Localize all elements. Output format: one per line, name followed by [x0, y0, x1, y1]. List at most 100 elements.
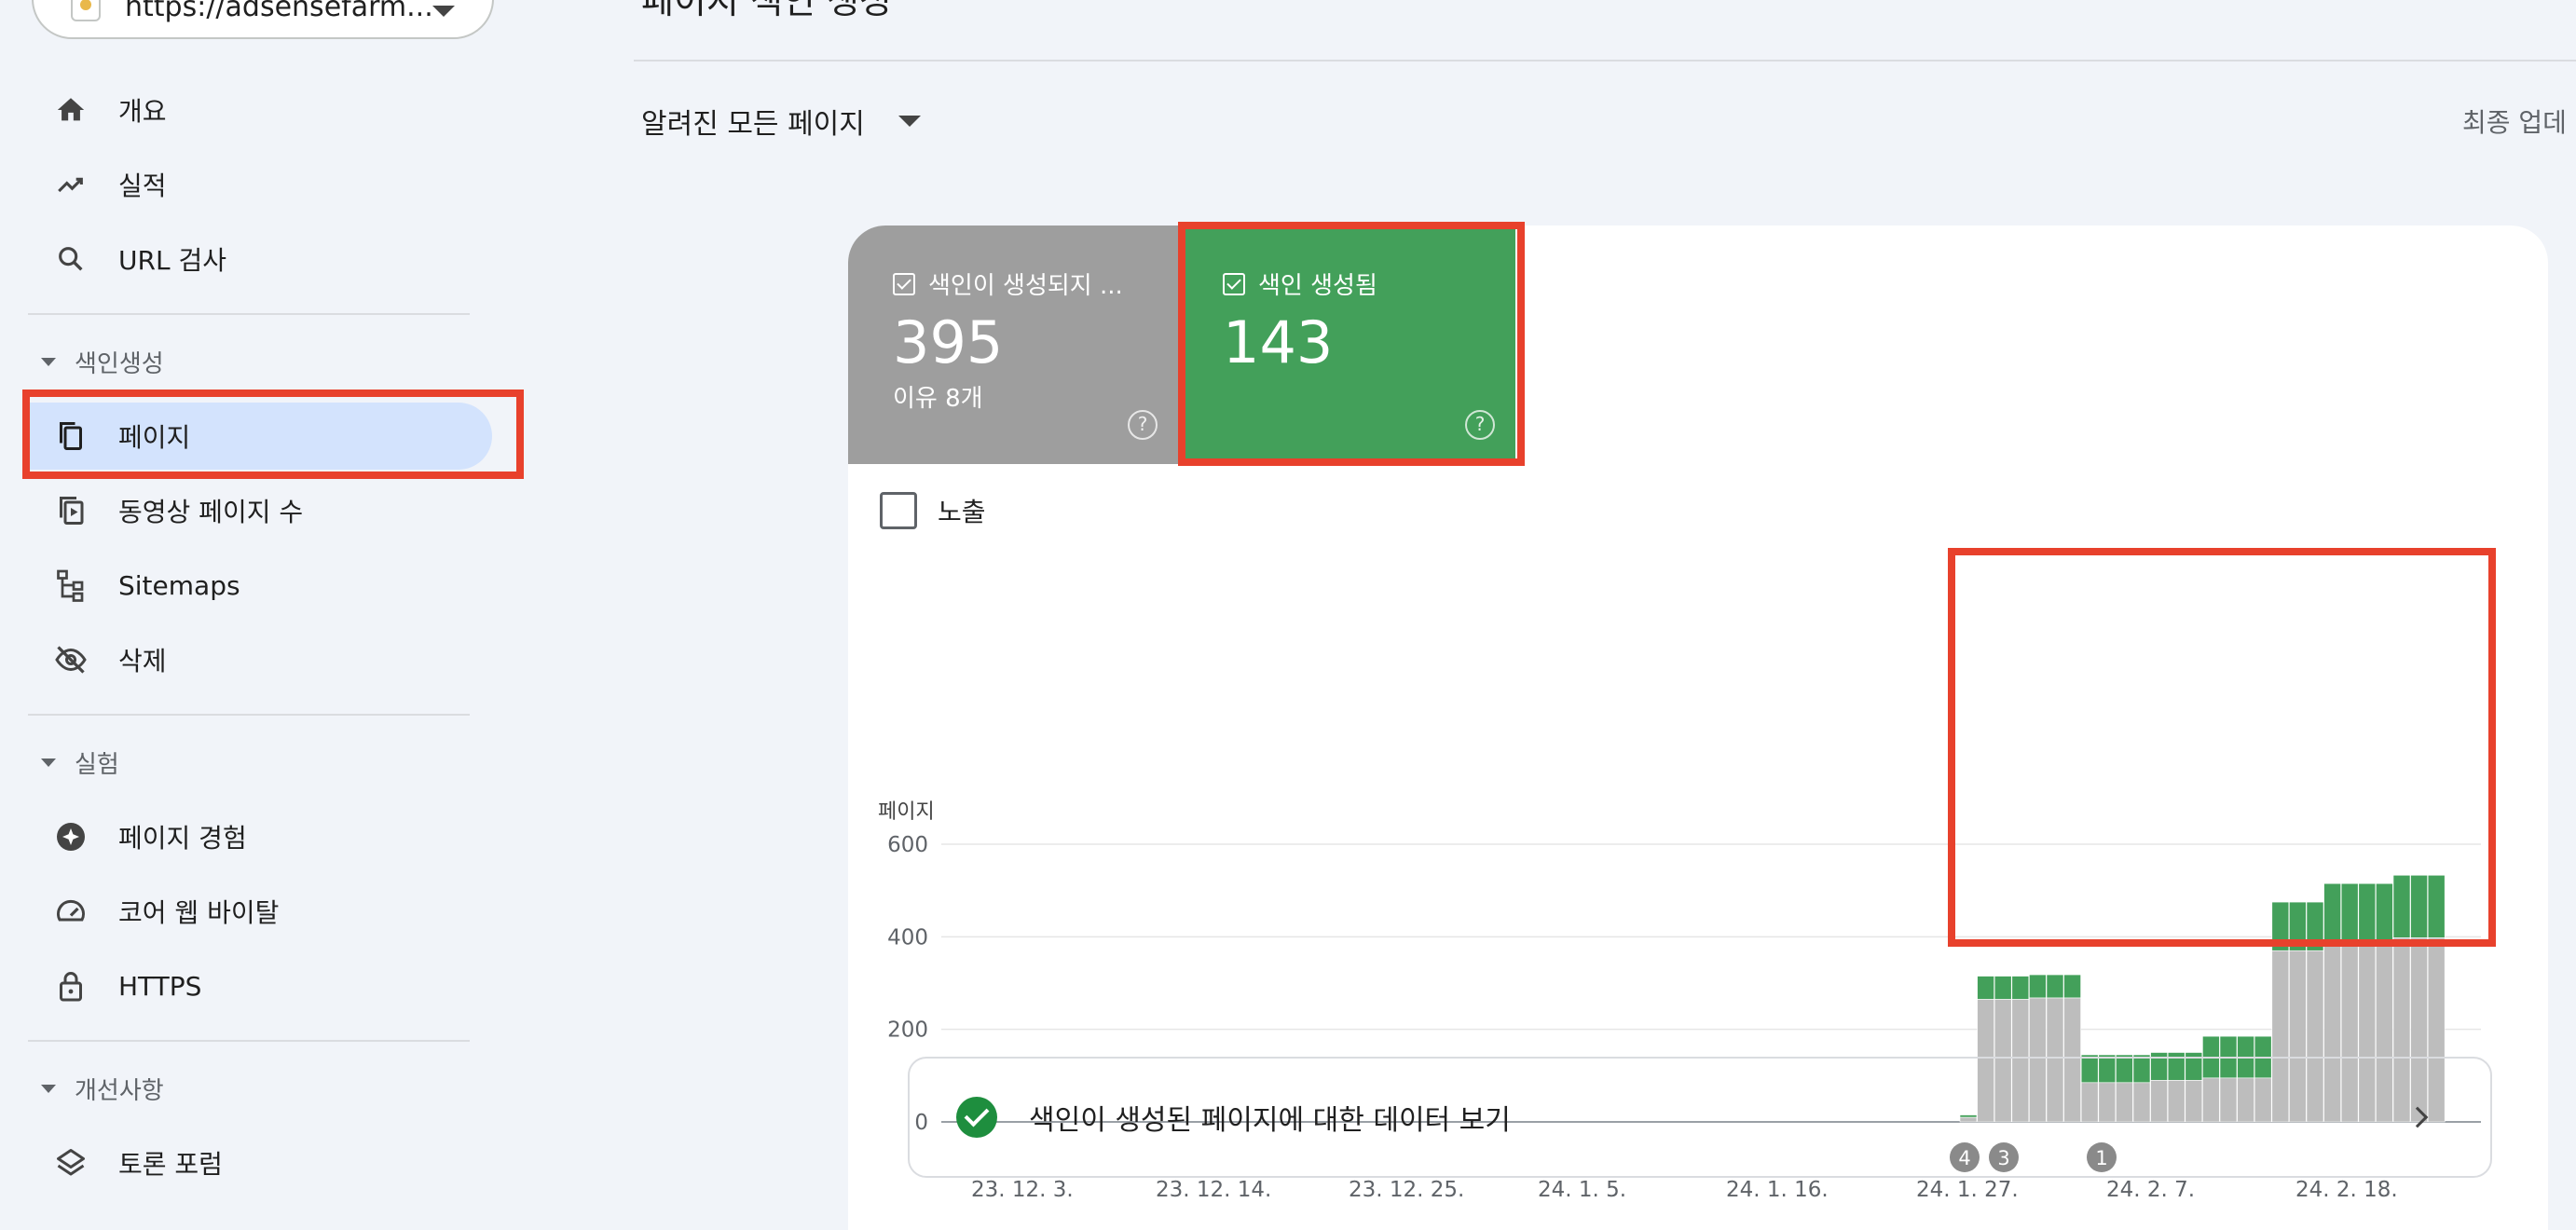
home-icon [52, 91, 89, 129]
page-experience-icon [52, 818, 89, 855]
tile-value: 143 [1223, 308, 1334, 376]
nav-item-performance[interactable]: 실적 [0, 147, 522, 222]
bar-indexed [2306, 901, 2324, 951]
nav-item-pages[interactable]: 페이지 [0, 399, 522, 473]
bar-indexed [2376, 882, 2393, 947]
active-indicator [28, 403, 492, 470]
bar-indexed [2410, 874, 2428, 938]
nav-item-url-inspection[interactable]: URL 검사 [0, 222, 522, 296]
data-link-label: 색인이 생성된 페이지에 대한 데이터 보기 [1029, 1104, 1511, 1137]
bar-indexed [1994, 976, 2012, 1000]
help-icon[interactable]: ? [1465, 410, 1495, 440]
bar-indexed [2029, 974, 2047, 999]
impressions-toggle[interactable]: 노출 [880, 492, 986, 529]
trending-up-icon [52, 166, 89, 203]
video-pages-icon [52, 492, 89, 529]
nav-item-label: 삭제 [118, 646, 167, 676]
divider [28, 1040, 470, 1042]
nav-item-https[interactable]: HTTPS [0, 949, 522, 1023]
last-updated-text: 최종 업데 [2462, 107, 2567, 138]
nav-item-label: 동영상 페이지 수 [118, 497, 304, 527]
speed-gauge-icon [52, 893, 89, 930]
nav-item-page-experience[interactable]: 페이지 경험 [0, 800, 522, 874]
bar-indexed [2323, 882, 2341, 947]
y-tick-label: 400 [887, 925, 928, 950]
y-tick-label: 200 [887, 1018, 928, 1043]
nav-item-label: 토론 포럼 [118, 1149, 223, 1180]
sitemap-icon [52, 567, 89, 604]
divider [28, 313, 470, 315]
chevron-right-icon [2406, 1106, 2429, 1128]
sidebar: https://adsensefarm... 개요 실적 URL 검사 색인생성… [0, 0, 522, 1230]
visibility-off-icon [52, 641, 89, 678]
bar-indexed [2063, 974, 2081, 999]
bar-indexed [1977, 976, 1994, 1000]
bar-indexed [2427, 874, 2446, 938]
page-title: 페이지 색인 생성 [641, 0, 892, 21]
nav-item-label: Sitemaps [118, 569, 240, 601]
bar-indexed [2046, 974, 2064, 999]
section-enhancements[interactable]: 개선사항 [0, 1060, 522, 1116]
property-url: https://adsensefarm... [125, 0, 433, 23]
x-tick-label: 24. 2. 7. [2106, 1178, 2195, 1202]
x-tick-label: 24. 1. 16. [1726, 1178, 1829, 1202]
nav-item-label: 페이지 [118, 422, 191, 453]
nav-item-label: 코어 웹 바이탈 [118, 897, 280, 928]
bar-indexed [2011, 976, 2030, 1000]
section-label: 실험 [75, 750, 119, 779]
nav-item-video-pages[interactable]: 동영상 페이지 수 [0, 473, 522, 548]
pages-icon [52, 417, 89, 455]
nav-item-core-web-vitals[interactable]: 코어 웹 바이탈 [0, 874, 522, 949]
x-tick-label: 23. 12. 3. [971, 1178, 1074, 1202]
nav-item-label: 페이지 경험 [118, 823, 247, 854]
checkbox-checked-icon [893, 272, 915, 295]
view-indexed-data-link[interactable]: 색인이 생성된 페이지에 대한 데이터 보기 [908, 1057, 2492, 1178]
section-label: 색인생성 [75, 349, 164, 378]
chevron-down-icon [432, 6, 455, 17]
tile-label: 색인 생성됨 [1258, 272, 1377, 300]
check-circle-icon [956, 1097, 997, 1138]
x-tick-label: 24. 1. 27. [1916, 1178, 2019, 1202]
bar-indexed [2271, 901, 2290, 951]
x-tick-label: 24. 1. 5. [1538, 1178, 1626, 1202]
search-icon [52, 240, 89, 278]
y-tick-label: 600 [887, 833, 928, 857]
checkbox-checked-icon [1223, 272, 1245, 295]
tile-value: 395 [893, 308, 1004, 376]
property-selector[interactable]: https://adsensefarm... [32, 0, 494, 39]
layers-icon [52, 1144, 89, 1182]
bar-indexed [2340, 882, 2359, 947]
bar-indexed [2358, 882, 2377, 947]
divider [28, 714, 470, 716]
section-label: 개선사항 [75, 1076, 164, 1105]
x-tick-label: 23. 12. 14. [1156, 1178, 1271, 1202]
tile-subtext: 이유 8개 [893, 385, 983, 413]
collapse-arrow-icon [41, 758, 56, 767]
nav-item-discussion-forum[interactable]: 토론 포럼 [0, 1126, 522, 1200]
tile-not-indexed[interactable]: 색인이 생성되지 ... 395 이유 8개 ? [848, 226, 1178, 464]
nav-item-sitemaps[interactable]: Sitemaps [0, 548, 522, 622]
nav-item-label: HTTPS [118, 970, 202, 1002]
page-filter-dropdown[interactable]: 알려진 모든 페이지 [641, 101, 921, 142]
nav-item-overview[interactable]: 개요 [0, 73, 522, 147]
nav-item-label: 개요 [118, 96, 167, 127]
tile-indexed[interactable]: 색인 생성됨 143 ? [1178, 226, 1515, 464]
impressions-label: 노출 [938, 497, 986, 527]
nav-item-removals[interactable]: 삭제 [0, 622, 522, 697]
header-divider [634, 60, 2576, 62]
lock-icon [52, 967, 89, 1004]
collapse-arrow-icon [41, 1084, 56, 1093]
section-experience[interactable]: 실험 [0, 734, 522, 790]
x-tick-label: 23. 12. 25. [1349, 1178, 1464, 1202]
site-favicon-icon [71, 0, 101, 21]
help-icon[interactable]: ? [1128, 410, 1158, 440]
collapse-arrow-icon [41, 357, 56, 366]
nav-item-label: 실적 [118, 171, 167, 201]
filter-label: 알려진 모든 페이지 [641, 108, 865, 141]
nav-item-label: URL 검사 [118, 245, 226, 276]
section-indexing[interactable]: 색인생성 [0, 334, 522, 390]
y-axis-label: 페이지 [878, 800, 935, 824]
x-tick-label: 24. 2. 18. [2295, 1178, 2398, 1202]
bar-indexed [2392, 874, 2411, 938]
bar-indexed [2289, 901, 2307, 951]
